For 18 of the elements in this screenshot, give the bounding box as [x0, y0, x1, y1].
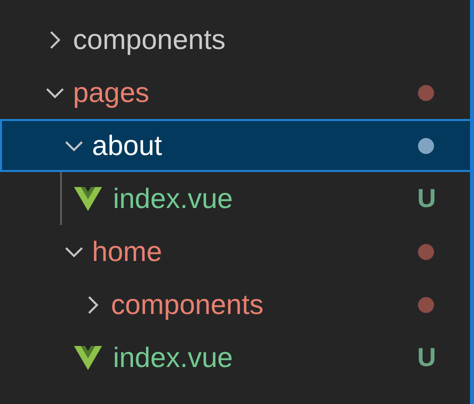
file-name: index.vue [113, 182, 234, 214]
folder-name: about [92, 130, 164, 162]
folder-name: home [92, 236, 164, 268]
folder-item[interactable]: about [0, 119, 470, 172]
folder-name: components [111, 288, 265, 320]
folder-item[interactable]: pages [0, 66, 470, 119]
status-letter: U [417, 342, 436, 373]
folder-item[interactable]: components [0, 278, 470, 331]
folder-name: pages [73, 76, 150, 108]
vue-file-icon [74, 346, 102, 370]
status-letter: U [417, 183, 436, 214]
file-item[interactable]: index.vue U [0, 172, 470, 225]
vue-file-icon [74, 186, 102, 210]
file-name: index.vue [113, 342, 234, 374]
file-item[interactable]: index.vue U [0, 331, 470, 384]
folder-item[interactable]: home [0, 225, 470, 278]
folder-item[interactable]: components [0, 13, 470, 66]
folder-name: components [73, 24, 227, 56]
